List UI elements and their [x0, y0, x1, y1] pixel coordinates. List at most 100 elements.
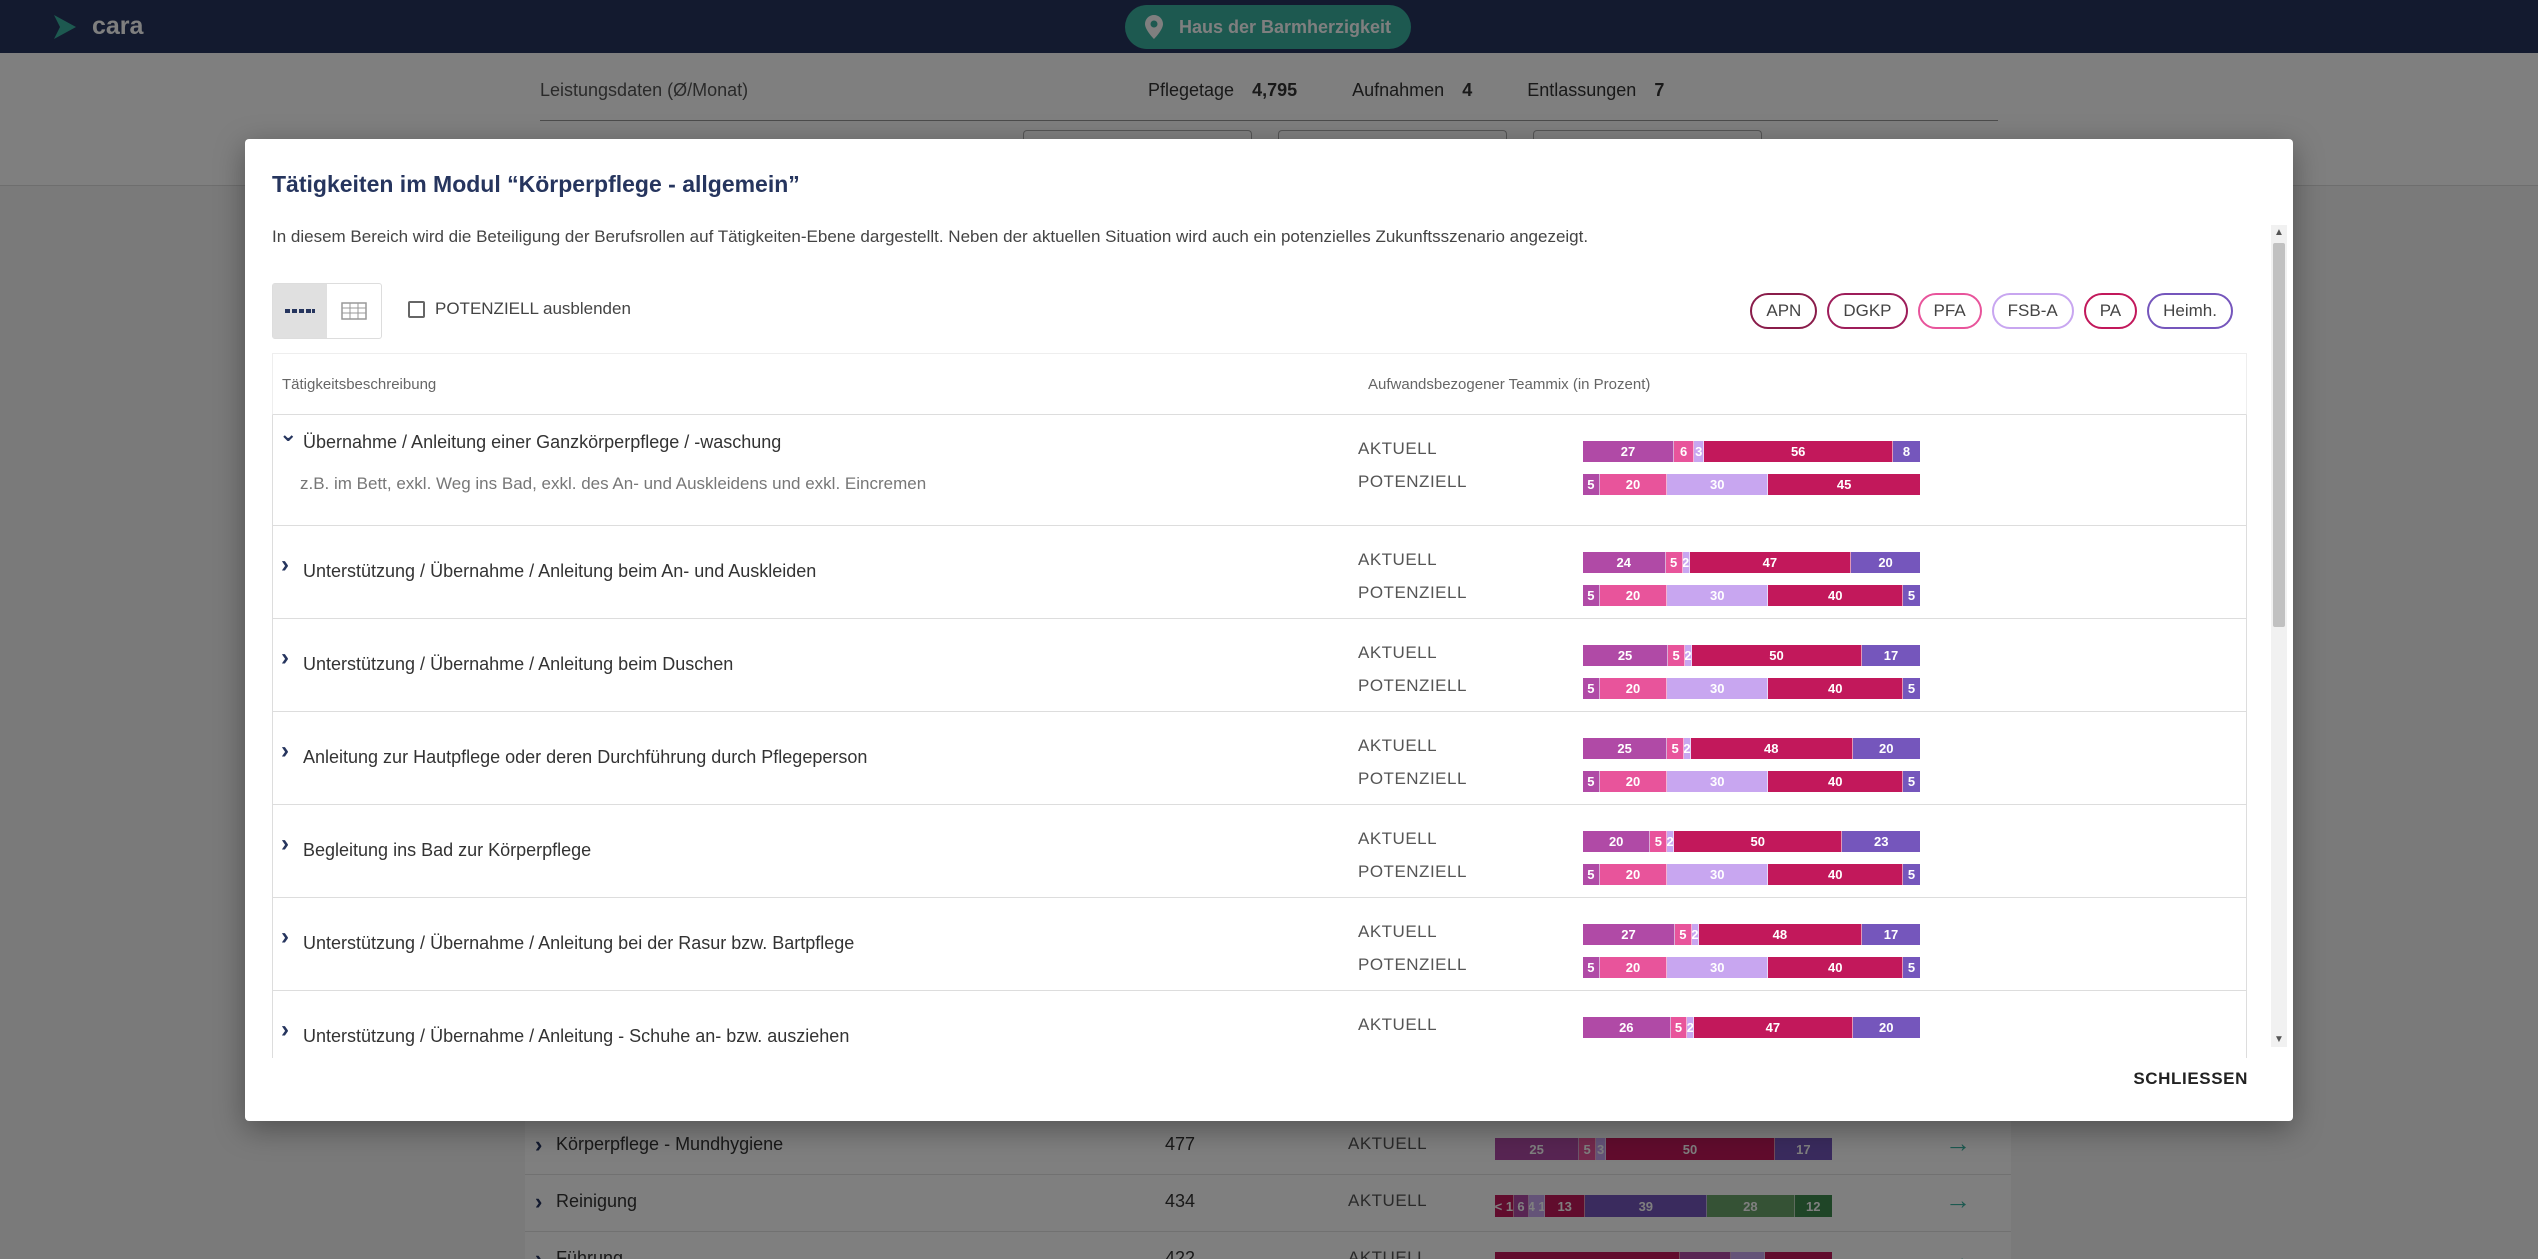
aktuell-segment-dgkp: 5	[1668, 645, 1686, 666]
label-aktuell: AKTUELL	[1358, 829, 1438, 848]
activity-row[interactable]: › Unterstützung / Übernahme / Anleitung -…	[272, 991, 2247, 1058]
modal-scrollbar[interactable]: ▲ ▼	[2271, 225, 2287, 1047]
potenziell-segment-apn: 5	[1583, 585, 1600, 606]
chevron-right-icon[interactable]: ›	[281, 830, 289, 858]
aktuell-segment-pa: 47	[1694, 1017, 1853, 1038]
aktuell-segment-dgkp: 6	[1673, 441, 1695, 462]
table-view-icon	[341, 302, 367, 320]
label-aktuell: AKTUELL	[1358, 922, 1438, 941]
potenziell-segment-dgkp: 20	[1599, 957, 1668, 978]
aktuell-segment-apn: 20	[1583, 831, 1651, 852]
chevron-right-icon[interactable]: ›	[281, 551, 289, 579]
aktuell-segment-pfa: 2	[1667, 831, 1674, 852]
activities-table: Tätigkeitsbeschreibung Aufwandsbezogener…	[272, 353, 2247, 1058]
chevron-down-icon[interactable]: ⌄	[279, 421, 297, 447]
activity-description: Unterstützung / Übernahme / Anleitung be…	[303, 933, 855, 953]
aktuell-segment-pfa: 2	[1684, 738, 1691, 759]
close-button[interactable]: SCHLIESSEN	[2133, 1069, 2248, 1089]
activity-description: Unterstützung / Übernahme / Anleitung be…	[303, 654, 734, 674]
chevron-right-icon[interactable]: ›	[281, 1016, 289, 1044]
activity-row[interactable]: › Unterstützung / Übernahme / Anleitung b…	[272, 898, 2247, 991]
potenziell-segment-heimh: 5	[1903, 957, 1920, 978]
potenziell-segment-pa: 40	[1768, 957, 1904, 978]
bar-view-button[interactable]	[273, 284, 327, 338]
label-potenziell: POTENZIELL	[1358, 472, 1467, 491]
activity-description: Unterstützung / Übernahme / Anleitung be…	[303, 561, 817, 581]
potenziell-segment-dgkp: 20	[1599, 678, 1668, 699]
potenziell-segment-pa: 40	[1768, 585, 1904, 606]
potenziell-segment-pa: 40	[1768, 678, 1904, 699]
potenziell-segment-pa: 45	[1768, 474, 1920, 495]
chevron-right-icon[interactable]: ›	[281, 644, 289, 672]
table-view-button[interactable]	[327, 284, 381, 338]
aktuell-segment-pa: 48	[1690, 738, 1853, 759]
activity-subdescription: z.B. im Bett, exkl. Weg ins Bad, exkl. d…	[300, 474, 927, 493]
hide-potential-toggle[interactable]: POTENZIELL ausblenden	[408, 299, 631, 319]
potenziell-segment-pfa: 30	[1667, 771, 1769, 792]
activity-description: Unterstützung / Übernahme / Anleitung - …	[303, 1026, 850, 1046]
hide-potential-checkbox[interactable]	[408, 300, 425, 318]
table-header: Tätigkeitsbeschreibung Aufwandsbezogener…	[272, 353, 2247, 415]
activity-row[interactable]: › Anleitung zur Hautpflege oder deren Dur…	[272, 712, 2247, 805]
label-potenziell: POTENZIELL	[1358, 955, 1467, 974]
scroll-down-icon[interactable]: ▼	[2274, 1034, 2284, 1045]
aktuell-segment-heimh: 20	[1852, 738, 1920, 759]
potenziell-segment-apn: 5	[1583, 771, 1600, 792]
potenziell-segment-heimh: 5	[1903, 771, 1920, 792]
aktuell-stacked-bar: 26524720	[1583, 1017, 1920, 1038]
hide-potential-label: POTENZIELL ausblenden	[435, 299, 631, 318]
aktuell-stacked-bar: 24 5 2 47 20	[1583, 552, 1920, 573]
potenziell-segment-apn: 5	[1583, 864, 1600, 885]
potenziell-segment-apn: 5	[1583, 678, 1600, 699]
legend-pill-heimh[interactable]: Heimh.	[2147, 293, 2233, 329]
activity-description: Begleitung ins Bad zur Körperpflege	[303, 840, 592, 860]
activity-row[interactable]: › Begleitung ins Bad zur Körperpflege AKTU…	[272, 805, 2247, 898]
potenziell-stacked-bar: 5 20 30 40 5	[1583, 678, 1920, 699]
aktuell-stacked-bar: 25524820	[1583, 738, 1920, 759]
chevron-right-icon[interactable]: ›	[281, 923, 289, 951]
legend-pill-apn[interactable]: APN	[1750, 293, 1818, 329]
activity-row[interactable]: › Unterstützung / Übernahme / Anleitung b…	[272, 526, 2247, 619]
activity-row[interactable]: ⌄ Übernahme / Anleitung einer Ganzkörperp…	[272, 415, 2247, 526]
aktuell-segment-apn: 26	[1583, 1017, 1671, 1038]
label-potenziell: POTENZIELL	[1358, 676, 1467, 695]
label-aktuell: AKTUELL	[1358, 1015, 1438, 1034]
role-legend: APN DGKP PFA FSB-A PA Heimh.	[1750, 293, 2233, 329]
aktuell-segment-dgkp: 5	[1665, 552, 1683, 573]
potenziell-segment-dgkp: 20	[1599, 585, 1668, 606]
aktuell-stacked-bar: 27 5 2 48 17	[1583, 924, 1920, 945]
scroll-up-icon[interactable]: ▲	[2274, 227, 2284, 238]
potenziell-segment-dgkp: 20	[1599, 474, 1668, 495]
legend-pill-pfa[interactable]: PFA	[1917, 293, 1982, 329]
modal-description: In diesem Bereich wird die Beteiligung d…	[272, 227, 1589, 246]
potenziell-segment-pfa: 30	[1667, 957, 1769, 978]
aktuell-segment-dgkp: 5	[1670, 1017, 1688, 1038]
potenziell-segment-pfa: 30	[1667, 474, 1769, 495]
potenziell-stacked-bar: 5 20 30 40 5	[1583, 585, 1920, 606]
modal-title: Tätigkeiten im Modul “Körperpflege - all…	[272, 171, 800, 197]
aktuell-segment-pfa: 2	[1687, 1017, 1695, 1038]
table-body: ⌄ Übernahme / Anleitung einer Ganzkörperp…	[272, 415, 2247, 1058]
aktuell-segment-heimh: 23	[1842, 831, 1920, 852]
legend-pill-fsb-a[interactable]: FSB-A	[1991, 293, 2074, 329]
aktuell-segment-heimh: 17	[1862, 924, 1920, 945]
potenziell-segment-pfa: 30	[1667, 864, 1769, 885]
aktuell-segment-dgkp: 5	[1674, 924, 1692, 945]
legend-pill-pa[interactable]: PA	[2083, 293, 2138, 329]
potenziell-segment-pfa: 30	[1667, 585, 1769, 606]
view-toggle	[272, 283, 382, 339]
scrollbar-thumb[interactable]	[2273, 243, 2285, 627]
aktuell-segment-pfa: 2	[1682, 552, 1690, 573]
potenziell-segment-apn: 5	[1583, 957, 1600, 978]
activity-row[interactable]: › Unterstützung / Übernahme / Anleitung b…	[272, 619, 2247, 712]
label-potenziell: POTENZIELL	[1358, 862, 1467, 881]
activities-modal: Tätigkeiten im Modul “Körperpflege - all…	[245, 139, 2293, 1121]
activity-description: Anleitung zur Hautpflege oder deren Durc…	[303, 747, 868, 767]
aktuell-segment-apn: 25	[1583, 738, 1668, 759]
potenziell-stacked-bar: 5 20 30 40 5	[1583, 864, 1920, 885]
label-aktuell: AKTUELL	[1358, 439, 1438, 458]
chevron-right-icon[interactable]: ›	[281, 737, 289, 765]
potenziell-stacked-bar: 5 20 30 40 5	[1583, 957, 1920, 978]
aktuell-segment-apn: 24	[1583, 552, 1666, 573]
legend-pill-dgkp[interactable]: DGKP	[1827, 293, 1908, 329]
